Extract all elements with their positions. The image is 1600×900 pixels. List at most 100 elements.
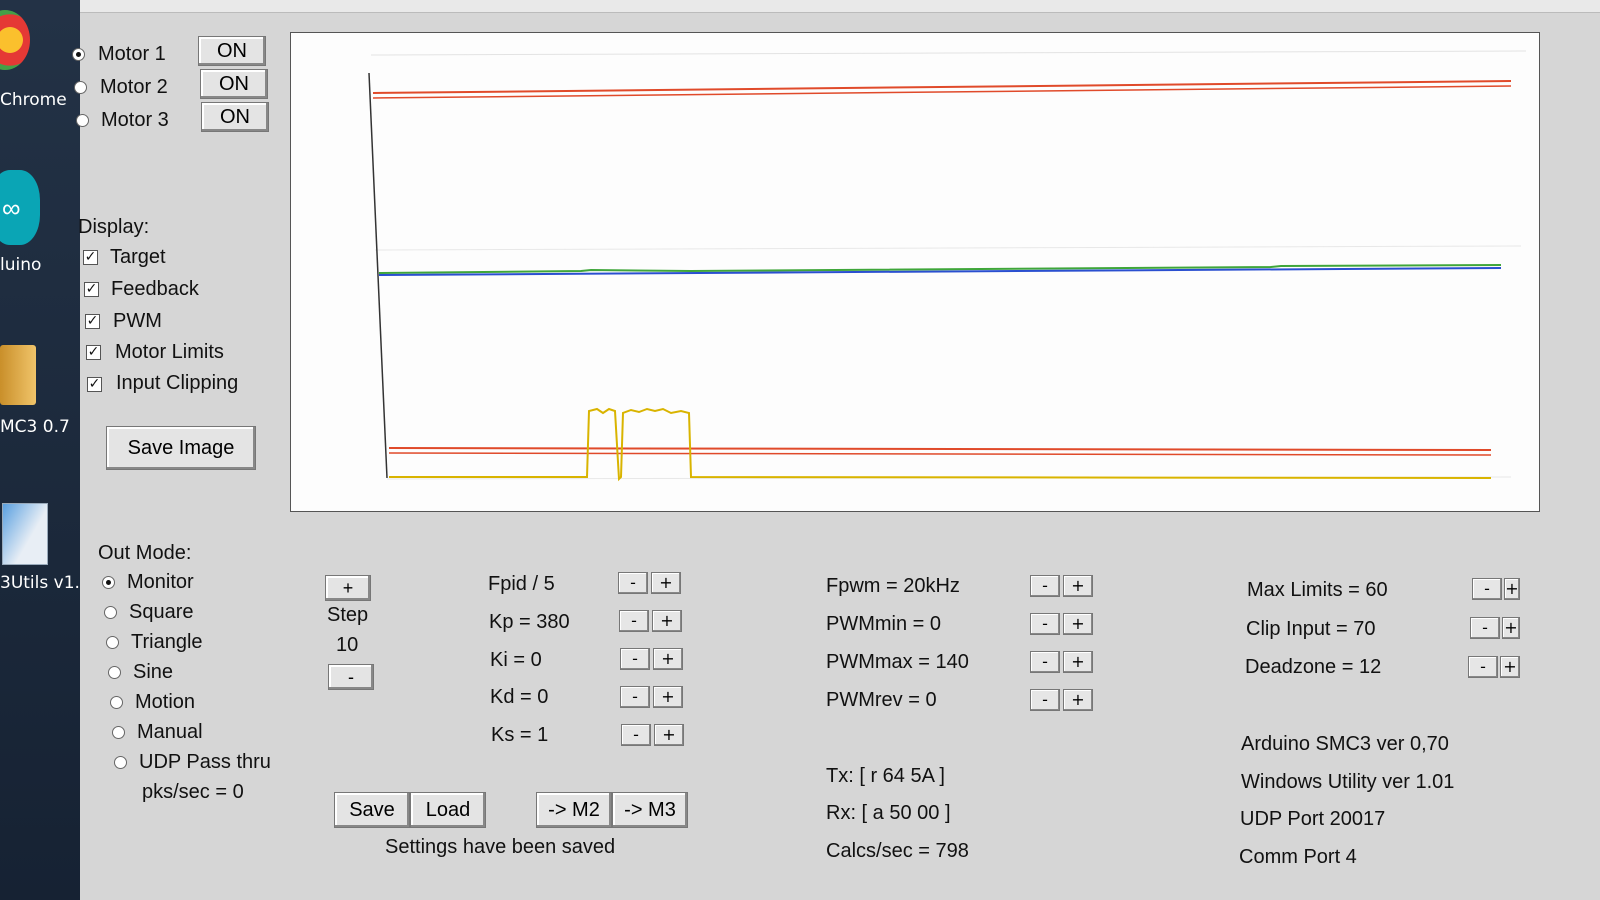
mode-triangle-label: Triangle — [131, 631, 203, 653]
motor-limits-label: Motor Limits — [115, 341, 224, 363]
smc3-utility-window: Motor 1 ON Motor 2 ON Motor 3 ON Display… — [72, 0, 1600, 900]
motor-plot — [290, 32, 1540, 512]
plot-canvas — [368, 50, 1527, 482]
kd-plus-button[interactable]: + — [653, 686, 683, 708]
fpid-minus-button[interactable]: - — [618, 572, 648, 594]
pwmrev-plus-button[interactable]: + — [1063, 689, 1093, 711]
pwm-trace — [389, 407, 1492, 482]
ks-label: Ks = 1 — [491, 724, 549, 746]
clip-input-plus-button[interactable]: + — [1502, 617, 1520, 639]
feedback-label: Feedback — [111, 278, 199, 300]
kp-label: Kp = 380 — [489, 611, 570, 633]
target-label: Target — [110, 246, 166, 268]
motor-1-radio[interactable] — [72, 48, 85, 61]
ki-minus-button[interactable]: - — [620, 648, 650, 670]
lower-limit-line-1 — [388, 447, 1492, 451]
kp-minus-button[interactable]: - — [619, 610, 649, 632]
motor-3-label: Motor 3 — [101, 109, 169, 131]
deadzone-label: Deadzone = 12 — [1245, 656, 1382, 678]
max-limits-label: Max Limits = 60 — [1247, 579, 1388, 601]
copy-to-m2-button[interactable]: -> M2 — [536, 792, 612, 828]
ks-minus-button[interactable]: - — [621, 724, 651, 746]
mode-motion-label: Motion — [135, 691, 196, 713]
fpwm-minus-button[interactable]: - — [1030, 575, 1060, 597]
save-image-button[interactable]: Save Image — [106, 426, 256, 470]
mode-motion-radio[interactable] — [110, 696, 123, 709]
copy-to-m3-button[interactable]: -> M3 — [612, 792, 688, 828]
display-title: Display: — [78, 216, 150, 238]
utility-version: Windows Utility ver 1.01 — [1241, 771, 1455, 793]
pwmmin-minus-button[interactable]: - — [1030, 613, 1060, 635]
motor-3-on-button[interactable]: ON — [201, 102, 269, 132]
tx-readout: Tx: [ r 64 5A ] — [826, 765, 945, 787]
motor-2-on-button[interactable]: ON — [200, 69, 268, 99]
pwm-checkbox[interactable]: ✓ — [85, 314, 100, 329]
step-plus-button[interactable]: + — [325, 575, 371, 601]
clip-input-label: Clip Input = 70 — [1246, 618, 1376, 640]
fpwm-label: Fpwm = 20kHz — [826, 575, 960, 597]
desktop-icon-chrome[interactable]: Chrome — [0, 0, 80, 110]
step-label: Step — [327, 604, 369, 626]
fpid-label: Fpid / 5 — [488, 573, 555, 595]
title-bar — [80, 0, 1600, 13]
motor-1-on-button[interactable]: ON — [198, 36, 266, 66]
deadzone-minus-button[interactable]: - — [1468, 656, 1498, 678]
pwmmax-plus-button[interactable]: + — [1063, 651, 1093, 673]
fpwm-plus-button[interactable]: + — [1063, 575, 1093, 597]
clip-input-minus-button[interactable]: - — [1470, 617, 1500, 639]
mode-sine-label: Sine — [133, 661, 174, 683]
motor-3-radio[interactable] — [76, 114, 89, 127]
kd-label: Kd = 0 — [490, 686, 549, 708]
step-value: 10 — [336, 634, 359, 656]
mode-manual-radio[interactable] — [112, 726, 125, 739]
ks-plus-button[interactable]: + — [654, 724, 684, 746]
pwmmin-label: PWMmin = 0 — [826, 613, 942, 635]
desktop-icon-label: MC3 0.7 — [0, 417, 70, 437]
desktop-icon-utils[interactable]: 3Utils v1.0 — [0, 495, 91, 605]
max-limits-plus-button[interactable]: + — [1504, 578, 1520, 600]
mode-sine-radio[interactable] — [108, 666, 121, 679]
ki-plus-button[interactable]: + — [653, 648, 683, 670]
upper-limit-line-1 — [372, 80, 1512, 94]
mode-monitor-label: Monitor — [127, 571, 194, 593]
calcs-readout: Calcs/sec = 798 — [826, 840, 969, 862]
mode-square-radio[interactable] — [104, 606, 117, 619]
motor-limits-checkbox[interactable]: ✓ — [86, 345, 101, 360]
desktop-strip: Chrome ∞ luino MC3 0.7 3Utils v1.0 — [0, 0, 91, 900]
desktop-icon-arduino[interactable]: ∞ luino — [0, 165, 80, 285]
step-minus-button[interactable]: - — [328, 664, 374, 690]
save-settings-button[interactable]: Save — [334, 792, 410, 828]
desktop-icon-label: 3Utils v1.0 — [0, 573, 91, 593]
pwmmax-minus-button[interactable]: - — [1030, 651, 1060, 673]
infinity-glyph: ∞ — [2, 193, 21, 223]
mode-manual-label: Manual — [137, 721, 203, 743]
load-settings-button[interactable]: Load — [410, 792, 486, 828]
pwmmax-label: PWMmax = 140 — [826, 651, 969, 673]
lower-limit-line-2 — [388, 452, 1492, 456]
plot-gridline — [374, 245, 1522, 251]
motor-1-label: Motor 1 — [98, 43, 166, 65]
input-clipping-label: Input Clipping — [116, 372, 239, 394]
mode-triangle-radio[interactable] — [106, 636, 119, 649]
desktop-icon-label: Chrome — [0, 90, 67, 110]
kp-plus-button[interactable]: + — [652, 610, 682, 632]
fpid-plus-button[interactable]: + — [651, 572, 681, 594]
input-clipping-checkbox[interactable]: ✓ — [87, 377, 102, 392]
kd-minus-button[interactable]: - — [620, 686, 650, 708]
desktop-icon-folder[interactable]: MC3 0.7 — [0, 335, 80, 455]
target-checkbox[interactable]: ✓ — [83, 250, 98, 265]
deadzone-plus-button[interactable]: + — [1500, 656, 1520, 678]
plot-gridline — [370, 50, 1527, 56]
file-icon — [2, 503, 48, 565]
pwmrev-label: PWMrev = 0 — [826, 689, 937, 711]
mode-udp-label: UDP Pass thru — [139, 751, 271, 773]
mode-monitor-radio[interactable] — [102, 576, 115, 589]
desktop-icon-label: luino — [0, 255, 42, 275]
pwmrev-minus-button[interactable]: - — [1030, 689, 1060, 711]
motor-2-radio[interactable] — [74, 81, 87, 94]
feedback-checkbox[interactable]: ✓ — [84, 282, 99, 297]
arduino-version: Arduino SMC3 ver 0,70 — [1241, 733, 1449, 755]
mode-udp-radio[interactable] — [114, 756, 127, 769]
max-limits-minus-button[interactable]: - — [1472, 578, 1502, 600]
pwmmin-plus-button[interactable]: + — [1063, 613, 1093, 635]
